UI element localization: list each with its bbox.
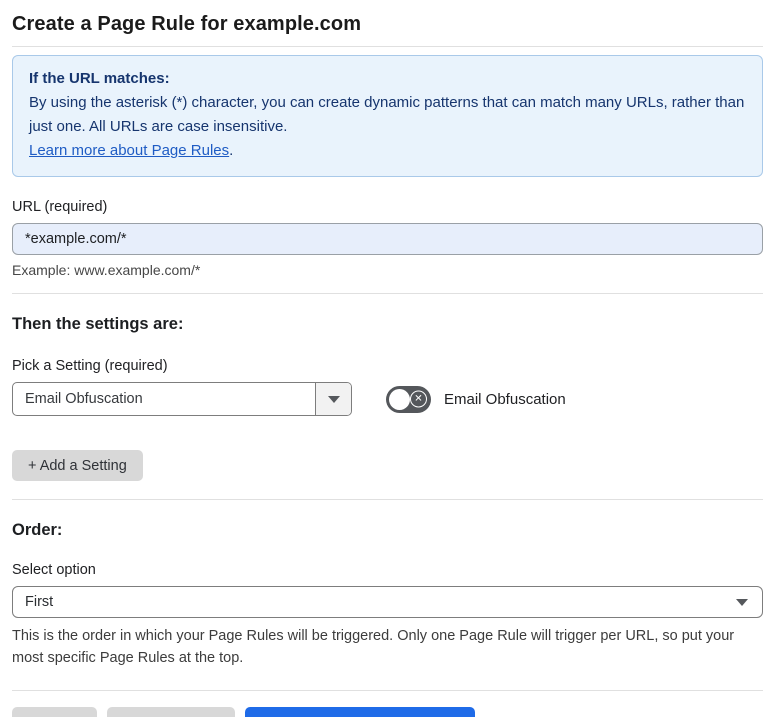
add-setting-button[interactable]: + Add a Setting (12, 450, 143, 481)
cancel-button[interactable]: Cancel (12, 707, 98, 717)
order-select-value: First (25, 594, 54, 610)
url-example-helper: Example: www.example.com/* (12, 262, 201, 278)
pick-setting-label: Pick a Setting (required) (12, 358, 168, 374)
footer-actions: Cancel Save as Draft Save and Deploy Pag… (12, 707, 763, 717)
toggle-x-icon: ✕ (410, 390, 427, 408)
setting-select-value: Email Obfuscation (25, 391, 143, 407)
url-section-divider (12, 293, 763, 294)
url-match-info-box: If the URL matches: By using the asteris… (12, 55, 763, 177)
order-section-divider (12, 690, 763, 691)
info-box-body: By using the asterisk (*) character, you… (29, 94, 745, 135)
order-select[interactable]: First (12, 586, 763, 618)
chevron-down-icon (327, 395, 340, 403)
settings-section-divider (12, 499, 763, 500)
page-title: Create a Page Rule for example.com (12, 13, 362, 35)
url-input[interactable] (12, 223, 763, 255)
save-and-deploy-button[interactable]: Save and Deploy Page Rule (244, 707, 476, 717)
setting-row: Email Obfuscation ✕ Email Obfuscation (12, 382, 763, 416)
info-box-heading: If the URL matches: (29, 70, 170, 87)
learn-more-link[interactable]: Learn more about Page Rules (29, 142, 229, 159)
save-as-draft-button[interactable]: Save as Draft (107, 707, 235, 717)
settings-section-heading: Then the settings are: (12, 315, 184, 333)
order-section-heading: Order: (12, 521, 63, 539)
toggle-label: Email Obfuscation (444, 390, 566, 408)
url-field-label: URL (required) (12, 199, 108, 215)
title-divider (12, 46, 763, 47)
order-select-label: Select option (12, 562, 96, 578)
info-box-link-line: Learn more about Page Rules. (29, 139, 746, 163)
setting-select-arrow-button[interactable] (315, 383, 351, 415)
chevron-down-icon (736, 598, 748, 606)
setting-select[interactable]: Email Obfuscation (12, 382, 352, 416)
email-obfuscation-toggle[interactable]: ✕ (386, 385, 431, 413)
toggle-knob (389, 388, 410, 410)
create-page-rule-form: Create a Page Rule for example.com If th… (0, 0, 775, 717)
order-helper-text: This is the order in which your Page Rul… (12, 628, 735, 666)
link-suffix: . (229, 142, 234, 159)
